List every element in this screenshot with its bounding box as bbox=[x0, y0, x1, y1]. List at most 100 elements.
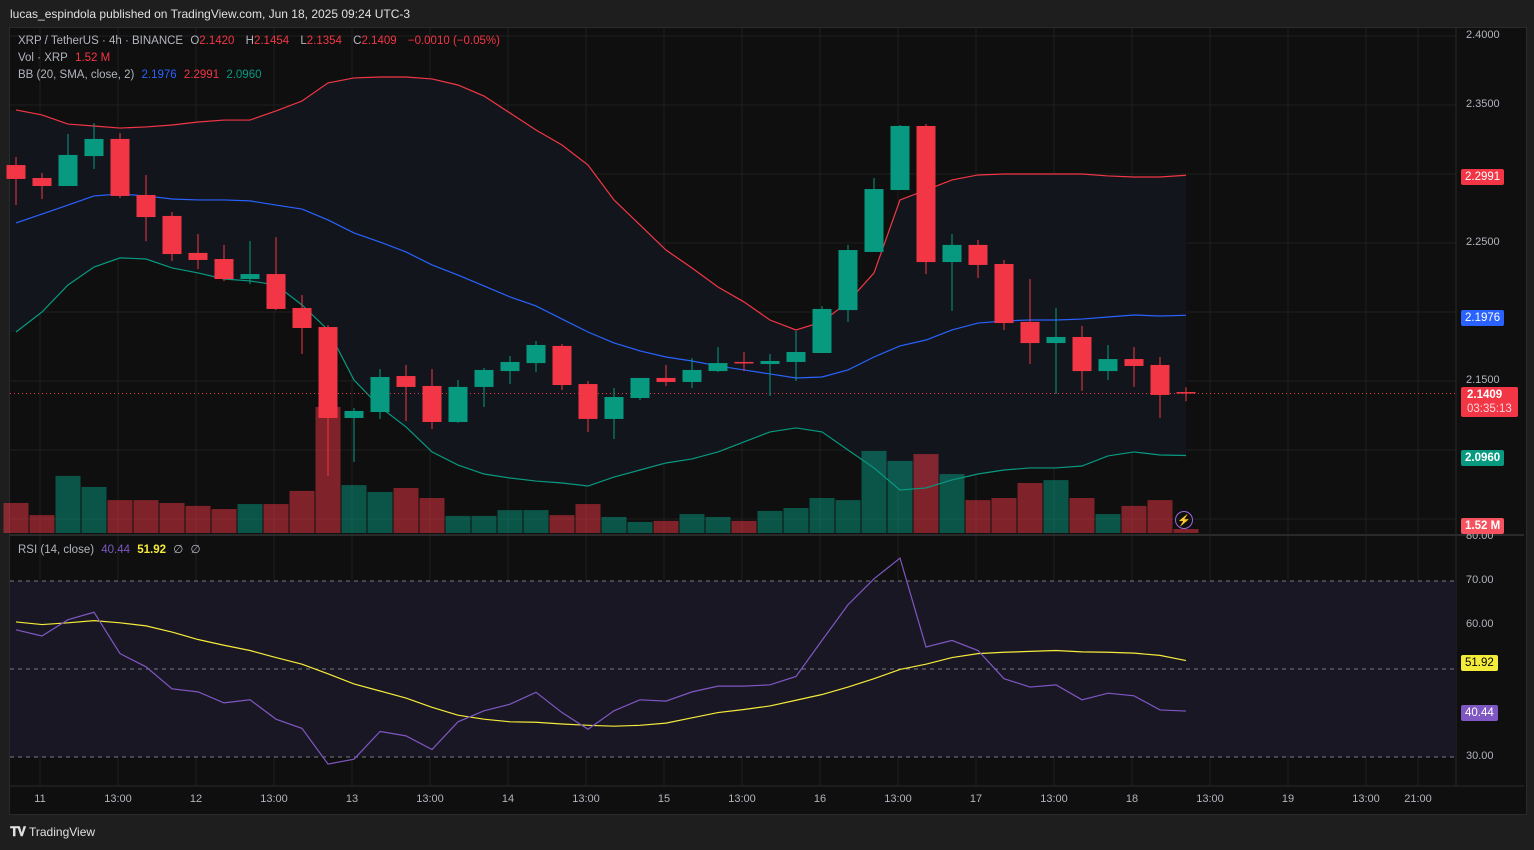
bar-countdown: 03:35:13 bbox=[1467, 403, 1512, 415]
time-tick-label: 13 bbox=[345, 793, 359, 805]
volume-bar bbox=[263, 504, 289, 533]
volume-bar bbox=[653, 520, 679, 533]
volume-bar bbox=[601, 516, 627, 533]
price-tick-label: 2.3500 bbox=[1466, 98, 1500, 110]
candle-body bbox=[6, 165, 26, 179]
last-price: 2.1409 bbox=[1467, 389, 1503, 401]
bb-basis-value: 2.1976 bbox=[141, 69, 177, 81]
volume-bar bbox=[887, 460, 913, 533]
candle-body bbox=[708, 363, 728, 372]
rsi-tick-label: 60.00 bbox=[1466, 618, 1494, 630]
candle-body bbox=[682, 369, 702, 382]
open-label: O bbox=[190, 35, 200, 47]
candle-body bbox=[760, 360, 780, 365]
time-tick-label: 17 bbox=[969, 793, 983, 805]
last-price-badge: 2.1409 03:35:13 bbox=[1461, 387, 1518, 417]
rsi-tick-label: 70.00 bbox=[1466, 574, 1494, 586]
candle-body bbox=[630, 377, 650, 398]
candle-body bbox=[318, 327, 338, 418]
volume-label[interactable]: Vol · XRP bbox=[18, 52, 68, 64]
bb-label[interactable]: BB (20, SMA, close, 2) bbox=[18, 69, 134, 81]
rsi-legend: RSI (14, close) 40.44 51.92 ∅ ∅ bbox=[18, 542, 205, 556]
candle-body bbox=[266, 274, 286, 309]
volume-bar bbox=[1069, 498, 1095, 533]
candle-body bbox=[162, 215, 182, 255]
volume-bar bbox=[809, 498, 835, 533]
high-label: H bbox=[245, 35, 254, 47]
volume-bar bbox=[679, 514, 705, 533]
candle-body bbox=[474, 369, 494, 387]
candle-body bbox=[942, 244, 962, 263]
time-tick-label: 13:00 bbox=[416, 793, 444, 805]
candle-body bbox=[734, 361, 754, 364]
candle-body bbox=[526, 344, 546, 364]
candle-body bbox=[968, 244, 988, 265]
volume-bar bbox=[991, 498, 1017, 533]
volume-bar bbox=[29, 515, 55, 533]
volume-bar bbox=[705, 516, 731, 533]
volume-bar bbox=[861, 450, 887, 533]
rsi-empty-1: ∅ bbox=[173, 544, 184, 556]
volume-bar bbox=[1043, 480, 1069, 533]
volume-bar bbox=[835, 500, 861, 533]
price-tick-label: 2.4000 bbox=[1466, 29, 1500, 41]
time-tick-label: 13:00 bbox=[1196, 793, 1224, 805]
rsi-ma-badge: 51.92 bbox=[1461, 655, 1498, 671]
bb-upper-value: 2.2991 bbox=[183, 69, 220, 81]
candle-body bbox=[32, 178, 52, 187]
candle-body bbox=[916, 125, 936, 263]
candle-body bbox=[604, 397, 624, 419]
brand-name: TradingView bbox=[29, 825, 96, 839]
volume-bar bbox=[913, 454, 939, 533]
candle-body bbox=[136, 194, 156, 218]
candle-body bbox=[84, 138, 104, 157]
time-tick-label: 13:00 bbox=[572, 793, 600, 805]
volume-bar bbox=[549, 515, 575, 533]
candle-body bbox=[838, 250, 858, 311]
rsi-pane bbox=[10, 557, 1524, 787]
rsi-tick-label: 30.00 bbox=[1466, 750, 1494, 762]
lightning-icon[interactable]: ⚡ bbox=[1175, 511, 1193, 529]
candle-body bbox=[552, 345, 572, 386]
time-tick-label: 12 bbox=[189, 793, 203, 805]
candle-body bbox=[396, 376, 416, 387]
volume-bar bbox=[341, 485, 367, 533]
volume-bar bbox=[367, 491, 393, 533]
candle-body bbox=[812, 308, 832, 353]
rsi-value: 40.44 bbox=[101, 544, 131, 556]
volume-bar bbox=[107, 500, 133, 533]
volume-bar bbox=[1121, 505, 1147, 533]
volume-bar bbox=[211, 509, 237, 533]
volume-bar bbox=[237, 504, 263, 533]
bb-legend: BB (20, SMA, close, 2) 2.1976 2.2991 2.0… bbox=[18, 69, 266, 81]
volume-bar bbox=[523, 510, 549, 533]
candle-body bbox=[422, 385, 442, 422]
footer: 𝐓𝐕 TradingView bbox=[10, 824, 95, 840]
time-tick-label: 16 bbox=[813, 793, 827, 805]
rsi-badge: 40.44 bbox=[1461, 705, 1498, 721]
candle-body bbox=[1150, 364, 1170, 395]
candle-body bbox=[188, 252, 208, 260]
volume-bar bbox=[575, 504, 601, 533]
rsi-ma-value: 51.92 bbox=[137, 544, 167, 556]
candle-body bbox=[1098, 359, 1118, 372]
rsi-label[interactable]: RSI (14, close) bbox=[18, 544, 94, 556]
bb-upper-badge: 2.2991 bbox=[1461, 169, 1505, 185]
close-value: 2.1409 bbox=[361, 35, 397, 47]
candle-body bbox=[1176, 392, 1196, 394]
time-tick-label: 18 bbox=[1125, 793, 1139, 805]
rsi-empty-2: ∅ bbox=[190, 544, 201, 556]
volume-bar bbox=[3, 503, 29, 533]
candle-body bbox=[370, 376, 390, 413]
price-tick-label: 2.2500 bbox=[1466, 236, 1500, 248]
time-tick-label: 15 bbox=[657, 793, 671, 805]
low-label: L bbox=[300, 35, 307, 47]
volume-bar bbox=[445, 515, 471, 533]
volume-bar bbox=[55, 475, 81, 533]
volume-bar bbox=[81, 486, 107, 533]
symbol-name[interactable]: XRP / TetherUS · 4h · BINANCE bbox=[18, 35, 183, 47]
candle-body bbox=[1020, 321, 1040, 344]
change-value: −0.0010 (−0.05%) bbox=[407, 35, 500, 47]
low-value: 2.1354 bbox=[306, 35, 342, 47]
chart-canvas[interactable] bbox=[0, 0, 1534, 850]
